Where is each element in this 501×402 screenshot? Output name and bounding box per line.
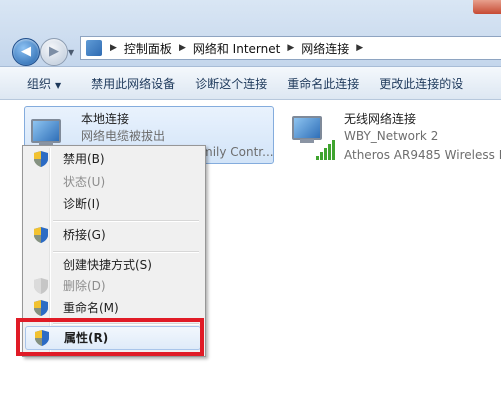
organize-button[interactable]: 组织 ▼: [0, 75, 81, 92]
breadcrumb-control-panel[interactable]: 控制面板: [124, 40, 172, 57]
menu-item-label: 重命名(M): [63, 301, 119, 315]
breadcrumb-network-connections[interactable]: 网络连接: [301, 40, 349, 57]
disable-device-button[interactable]: 禁用此网络设备: [81, 75, 185, 92]
annotation-highlight-box: [16, 318, 204, 356]
recent-pages-dropdown-icon[interactable]: ▼: [68, 48, 74, 57]
menu-separator: [53, 220, 199, 222]
forward-button[interactable]: ▶: [40, 38, 68, 66]
rename-connection-button[interactable]: 重命名此连接: [277, 75, 369, 92]
breadcrumb-separator[interactable]: ▶: [356, 43, 363, 53]
forward-arrow-icon: ▶: [49, 44, 59, 59]
menu-separator: [53, 251, 199, 253]
window-close-button[interactable]: [473, 0, 501, 14]
address-box[interactable]: ▶ 控制面板 ▶ 网络和 Internet ▶ 网络连接 ▶: [80, 36, 501, 60]
breadcrumb-separator[interactable]: ▶: [179, 43, 186, 53]
chevron-down-icon: ▼: [55, 80, 62, 90]
back-arrow-icon: ◀: [21, 44, 31, 59]
organize-label: 组织: [27, 76, 52, 91]
wireless-connection-name: 无线网络连接: [344, 112, 417, 126]
menu-item-delete[interactable]: 删除(D): [25, 275, 201, 297]
breadcrumb-separator[interactable]: ▶: [110, 43, 117, 53]
local-connection-name: 本地连接: [81, 112, 130, 126]
breadcrumb-separator[interactable]: ▶: [287, 43, 294, 53]
signal-strength-icon: [316, 140, 338, 160]
change-settings-button[interactable]: 更改此连接的设: [369, 75, 473, 92]
uac-shield-icon: [34, 227, 48, 243]
uac-shield-icon: [34, 151, 48, 167]
menu-item-disable[interactable]: 禁用(B): [25, 148, 201, 170]
diagnose-connection-button[interactable]: 诊断这个连接: [185, 75, 277, 92]
control-panel-icon: [86, 40, 102, 56]
wireless-network-name: WBY_Network 2: [344, 129, 439, 143]
address-bar-region: ◀ ▶ ▼ ▶ 控制面板 ▶ 网络和 Internet ▶ 网络连接 ▶: [0, 0, 501, 67]
menu-item-label: 诊断(I): [63, 197, 100, 211]
uac-shield-icon: [34, 278, 48, 294]
menu-item-label: 禁用(B): [63, 152, 105, 166]
command-toolbar: 组织 ▼ 禁用此网络设备 诊断这个连接 重命名此连接 更改此连接的设: [0, 67, 501, 100]
menu-item-label: 桥接(G): [63, 228, 106, 242]
back-button[interactable]: ◀: [12, 38, 40, 66]
local-connection-device: mily Contr...: [201, 145, 274, 159]
network-adapter-icon: [29, 117, 65, 147]
menu-item-rename[interactable]: 重命名(M): [25, 297, 201, 319]
menu-item-create-shortcut[interactable]: 创建快捷方式(S): [25, 254, 201, 276]
uac-shield-icon: [34, 300, 48, 316]
menu-item-diagnose[interactable]: 诊断(I): [25, 193, 201, 215]
menu-item-status[interactable]: 状态(U): [25, 171, 201, 193]
wireless-device-name: Atheros AR9485 Wireless N: [344, 148, 501, 162]
menu-item-label: 创建快捷方式(S): [63, 258, 152, 272]
local-connection-status: 网络电缆被拔出: [81, 129, 166, 143]
menu-item-label: 状态(U): [63, 175, 106, 189]
menu-item-label: 删除(D): [63, 279, 106, 293]
menu-item-bridge[interactable]: 桥接(G): [25, 224, 201, 246]
breadcrumb-network-internet[interactable]: 网络和 Internet: [193, 40, 280, 57]
